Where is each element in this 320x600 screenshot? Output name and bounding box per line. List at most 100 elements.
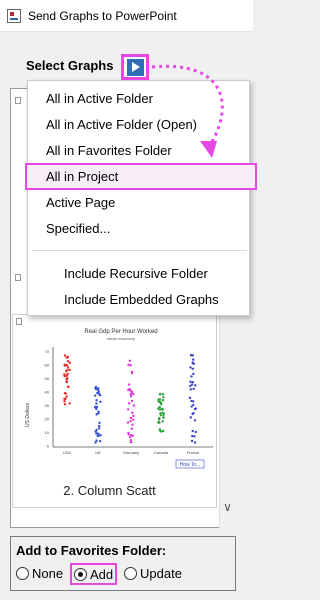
menu-item-all-in-project[interactable]: All in Project <box>25 163 257 190</box>
thumbnail-point <box>194 384 197 387</box>
thumbnail-point <box>126 421 130 424</box>
thumbnail-point <box>127 383 131 386</box>
thumbnail-point <box>190 399 193 403</box>
graph-thumbnail[interactable]: Real Gdp Per Hour Worked whole economy U… <box>12 314 217 508</box>
thumbnail-point <box>95 399 98 402</box>
thumbnail-point <box>193 419 197 422</box>
thumbnail-point <box>66 385 70 388</box>
thumbnail-point <box>162 416 165 419</box>
thumbnail-ytick: 0 <box>47 444 50 449</box>
thumbnail-point <box>158 398 162 401</box>
thumbnail-ytick: 70 <box>45 349 50 354</box>
menu-item-specified[interactable]: Specified... <box>28 217 249 241</box>
thumbnail-point <box>65 356 68 359</box>
thumbnail-category-label: Germany <box>123 450 139 455</box>
thumbnail-point <box>128 435 132 439</box>
thumbnail-point <box>131 423 134 426</box>
thumbnail-point <box>192 358 195 361</box>
radio-circle[interactable] <box>124 567 137 580</box>
thumbnail-point <box>68 368 71 372</box>
thumbnail-point <box>192 387 195 391</box>
thumbnail-point <box>128 359 132 363</box>
thumbnail-point <box>190 375 193 378</box>
menu-item-all-in-active-folder[interactable]: All in Active Folder <box>28 87 249 111</box>
thumbnail-point <box>162 395 165 399</box>
thumbnail-point <box>161 420 164 423</box>
thumbnail-point <box>158 408 162 411</box>
thumbnail-category-label: UK <box>95 450 101 455</box>
radio-circle-selected[interactable] <box>74 567 87 581</box>
thumbnail-point <box>161 398 165 402</box>
thumbnail-category-label: France <box>187 450 200 455</box>
thumbnail-point <box>126 408 130 411</box>
thumbnail-point <box>131 411 134 414</box>
thumbnail-point <box>63 373 66 376</box>
radio-add[interactable]: Add <box>70 563 118 585</box>
graph-select-checkbox[interactable] <box>15 97 21 104</box>
thumbnail-point <box>189 366 192 369</box>
thumbnail-point <box>65 395 68 398</box>
favorites-label: Add to Favorites Folder: <box>16 543 167 558</box>
thumbnail-subtitle: whole economy <box>107 336 135 341</box>
thumbnail-point <box>189 388 192 391</box>
thumbnail-point <box>189 416 192 419</box>
radio-update[interactable]: Update <box>124 566 182 581</box>
thumbnail-point <box>129 419 132 423</box>
select-graphs-label: Select Graphs <box>26 58 114 73</box>
thumbnail-point <box>132 392 135 396</box>
thumbnail-title: Real Gdp Per Hour Worked <box>84 329 157 335</box>
radio-none[interactable]: None <box>16 566 63 581</box>
thumbnail-ylabel: US Dollars <box>25 403 31 427</box>
thumbnail-point <box>157 420 161 424</box>
play-arrow-icon <box>126 58 144 76</box>
graph-select-checkbox[interactable] <box>15 274 21 281</box>
menu-item-all-in-favorites-folder[interactable]: All in Favorites Folder <box>28 139 249 163</box>
thumbnail-point <box>191 380 195 384</box>
thumbnail-point <box>189 354 193 357</box>
thumbnail-point <box>189 384 192 388</box>
thumbnail-point <box>63 399 66 403</box>
menu-item-active-page[interactable]: Active Page <box>28 191 249 215</box>
thumbnail-point <box>94 441 97 444</box>
thumbnail-ytick: 60 <box>45 363 50 368</box>
thumbnail-point <box>130 371 134 375</box>
radio-circle[interactable] <box>16 567 29 580</box>
thumbnail-point <box>161 411 164 414</box>
thumbnail-ytick: 10 <box>45 430 50 435</box>
thumbnail-point <box>157 400 160 403</box>
thumbnail-point <box>130 390 134 394</box>
window-title: Send Graphs to PowerPoint <box>28 9 177 23</box>
scroll-down-icon[interactable]: ∨ <box>219 498 236 516</box>
thumbnail-point <box>63 354 67 357</box>
thumbnail-point <box>65 377 68 380</box>
thumbnail-point <box>132 418 135 421</box>
thumbnail-ytick: 20 <box>45 417 50 422</box>
thumbnail-point <box>192 403 195 407</box>
thumbnail-point <box>64 370 68 373</box>
select-graphs-button[interactable] <box>121 54 149 80</box>
menu-item-include-embedded-graphs[interactable]: Include Embedded Graphs <box>28 288 249 312</box>
thumbnail-point <box>94 385 98 389</box>
thumbnail-point <box>96 391 99 395</box>
graph-select-checkbox[interactable] <box>16 318 22 325</box>
select-graphs-menu: All in Active Folder All in Active Folde… <box>25 80 257 316</box>
thumbnail-point <box>97 434 101 437</box>
thumbnail-point <box>98 421 101 425</box>
thumbnail-point <box>64 397 67 401</box>
menu-item-all-in-active-folder-open[interactable]: All in Active Folder (Open) <box>28 113 249 137</box>
thumbnail-point <box>98 440 102 443</box>
thumbnail-point <box>132 404 136 407</box>
thumbnail-point <box>193 435 196 438</box>
how-to-link: How To... <box>180 462 201 468</box>
thumbnail-point <box>191 412 194 416</box>
thumbnail-point <box>127 363 130 366</box>
thumbnail-ytick: 50 <box>45 376 50 381</box>
thumbnail-point <box>129 416 133 420</box>
thumbnail-point <box>94 405 97 409</box>
thumbnail-point <box>158 416 161 420</box>
thumbnail-point <box>130 427 134 430</box>
thumbnail-category-label: USA <box>63 450 72 455</box>
thumbnail-point <box>95 402 98 405</box>
thumbnail-point <box>66 366 70 369</box>
menu-item-include-recursive-folder[interactable]: Include Recursive Folder <box>28 262 249 286</box>
